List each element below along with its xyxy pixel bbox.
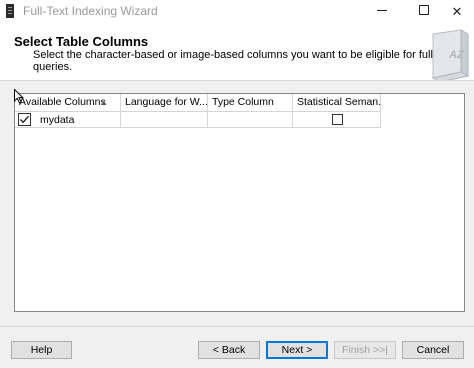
back-button[interactable]: < Back	[198, 341, 260, 359]
wizard-content: Available Columns ▲ Language for W... Ty…	[0, 81, 474, 326]
sort-ascending-icon: ▲	[100, 98, 108, 107]
book-az-icon: AZ	[431, 29, 470, 83]
column-header-available-columns[interactable]: Available Columns ▲	[15, 94, 121, 112]
close-icon: ✕	[451, 5, 463, 20]
cancel-button[interactable]: Cancel	[402, 341, 464, 359]
page-subtitle: Select the character-based or image-base…	[33, 49, 455, 73]
grid-header: Available Columns ▲ Language for W... Ty…	[15, 94, 381, 112]
checkmark-icon	[19, 115, 30, 124]
column-header-statistical-semantics[interactable]: Statistical Seman...	[293, 94, 381, 112]
mouse-cursor-icon	[14, 89, 24, 104]
minimize-icon	[377, 10, 387, 11]
column-name: mydata	[40, 114, 75, 126]
column-header-label: Available Columns	[19, 96, 106, 108]
cell-language[interactable]	[121, 112, 208, 128]
close-button[interactable]: ✕	[437, 0, 474, 22]
wizard-footer: Help < Back Next > Finish >>| Cancel	[0, 327, 474, 368]
column-header-language[interactable]: Language for W...	[121, 94, 208, 112]
title-bar: Full-Text Indexing Wizard ✕	[0, 0, 474, 22]
statistical-semantics-checkbox[interactable]	[332, 114, 343, 125]
page-title: Select Table Columns	[14, 34, 149, 49]
wizard-header: Select Table Columns Select the characte…	[0, 22, 474, 83]
svg-text:AZ: AZ	[448, 49, 465, 61]
finish-button: Finish >>|	[334, 341, 396, 359]
column-header-type-column[interactable]: Type Column	[208, 94, 293, 112]
column-include-checkbox[interactable]	[18, 113, 31, 126]
cell-statistical-semantics	[293, 112, 381, 128]
cell-available-column: mydata	[15, 112, 121, 128]
window-title: Full-Text Indexing Wizard	[23, 4, 158, 18]
cell-type-column[interactable]	[208, 112, 293, 128]
minimize-button[interactable]	[362, 0, 402, 22]
next-button[interactable]: Next >	[266, 341, 328, 359]
table-row[interactable]: mydata	[15, 112, 381, 128]
maximize-icon	[419, 5, 429, 15]
columns-grid[interactable]: Available Columns ▲ Language for W... Ty…	[14, 93, 465, 312]
help-button[interactable]: Help	[11, 341, 72, 359]
app-icon	[6, 4, 14, 18]
